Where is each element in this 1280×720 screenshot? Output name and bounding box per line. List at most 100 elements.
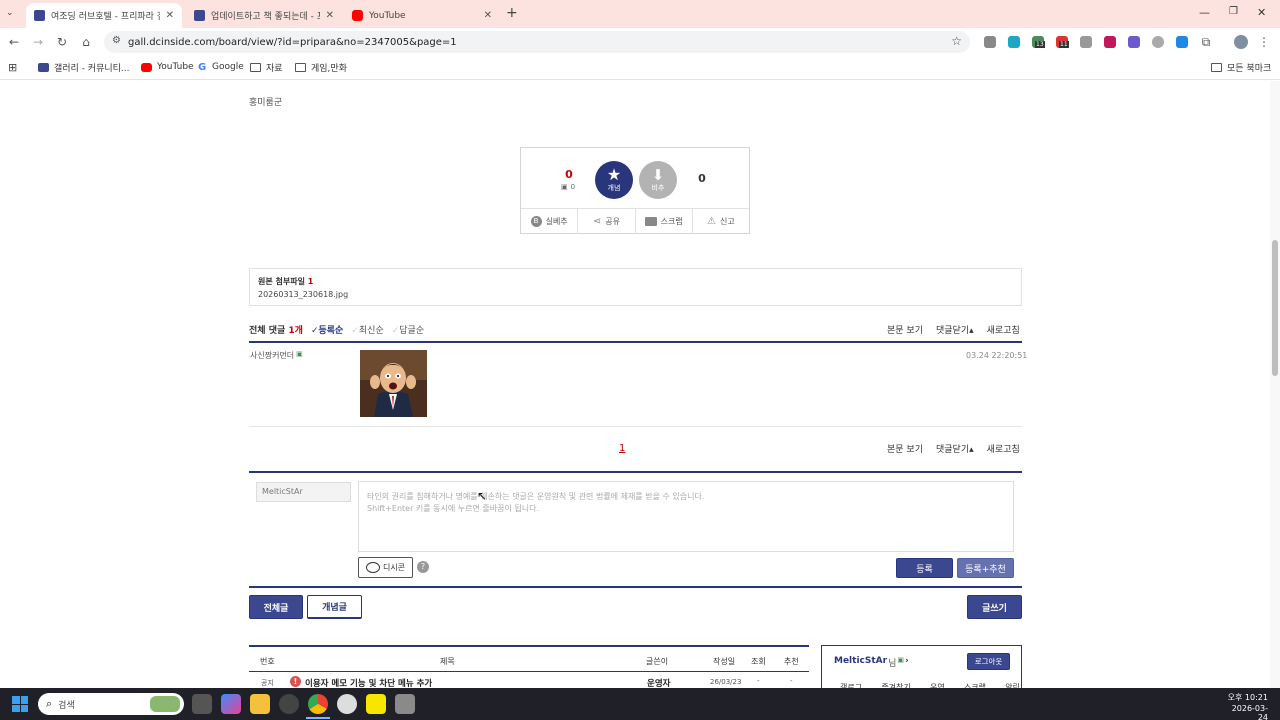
concept-posts-button[interactable]: 개념글	[307, 595, 362, 619]
bookmark-label: 모든 북마크	[1227, 63, 1272, 74]
download-icon[interactable]	[1176, 36, 1188, 48]
comment-nick: 사신짱커먼더	[250, 351, 295, 360]
address-bar[interactable]: ⚙ gall.dcinside.com/board/view/?id=pripa…	[104, 31, 970, 53]
check-icon: ✓	[351, 326, 359, 336]
tab-update[interactable]: 업데이트하고 책 좋되는데 - 프 ✕	[186, 3, 342, 28]
extension-icon[interactable]	[1008, 36, 1020, 48]
extension-icon[interactable]: 11	[1056, 36, 1069, 48]
bookmark-label: 갤러리 - 커뮤니티...	[54, 63, 130, 74]
minimize-icon[interactable]: —	[1199, 6, 1210, 19]
back-icon[interactable]: ←	[6, 34, 22, 50]
menu-kebab-icon[interactable]: ⋮	[1256, 34, 1272, 50]
tab-pripara-gallery[interactable]: 여조딩 러브호텔 - 프리파라 갤 ✕	[26, 3, 182, 28]
close-tab-icon[interactable]: ✕	[166, 10, 174, 21]
new-tab-button[interactable]: +	[506, 5, 518, 21]
close-tab-icon[interactable]: ✕	[484, 10, 492, 21]
copilot-icon[interactable]	[221, 694, 241, 714]
sort-replies[interactable]: ✓답글순	[392, 323, 424, 336]
extension-icon[interactable]: 13	[1032, 36, 1045, 48]
forward-icon[interactable]: →	[30, 34, 46, 50]
reload-icon[interactable]: ↻	[54, 34, 70, 50]
profile-avatar[interactable]	[1234, 35, 1248, 49]
tab-search-chevron-icon[interactable]: ⌄	[6, 8, 14, 18]
refresh-comments-button[interactable]: 새로고침	[987, 323, 1020, 336]
url-text: gall.dcinside.com/board/view/?id=pripara…	[128, 36, 457, 48]
write-post-button[interactable]: 글쓰기	[967, 595, 1022, 619]
share-icon: ⋖	[592, 216, 602, 227]
comment-form-divider	[249, 471, 1022, 473]
extension-icon[interactable]	[1080, 36, 1092, 48]
taskbar-search[interactable]: ⌕ 검색	[38, 693, 184, 715]
caret-up-icon: ▴	[969, 445, 974, 455]
col-header-title: 제목	[440, 657, 455, 666]
comment-image[interactable]	[360, 350, 427, 417]
bookmark-youtube[interactable]: YouTube	[141, 60, 194, 74]
translate-extension-icon[interactable]	[984, 36, 996, 48]
bookmark-star-icon[interactable]: ☆	[951, 34, 962, 48]
fold-comments-button[interactable]: 댓글닫기▴	[936, 323, 974, 336]
kakaotalk-icon[interactable]	[366, 694, 386, 714]
apps-grid-icon[interactable]: ⊞	[8, 61, 17, 74]
comment-author[interactable]: 사신짱커먼더 ▣	[250, 350, 303, 361]
attachment-count: 1	[307, 277, 314, 286]
attachment-file-link[interactable]: 20260313_230618.jpg	[258, 290, 1013, 299]
app-icon[interactable]	[337, 694, 357, 714]
scrap-button[interactable]: 스크랩	[636, 209, 693, 234]
list-top-line	[249, 645, 809, 647]
chrome-taskbar-icon[interactable]	[308, 694, 328, 714]
notice-alert-icon: !	[290, 676, 301, 687]
view-post-button[interactable]: 본문 보기	[887, 442, 923, 455]
silbe-report-button[interactable]: B 실베추	[521, 209, 579, 234]
extensions-puzzle-icon[interactable]: ⧉	[1198, 34, 1214, 50]
comment-page-1[interactable]: 1	[619, 443, 625, 454]
attachment-box: 원본 첨부파일 1 20260313_230618.jpg	[249, 268, 1022, 306]
col-header-number: 번호	[260, 657, 275, 666]
clock-date[interactable]: 2026-03-24	[1222, 704, 1268, 720]
submit-comment-button[interactable]: 등록	[896, 558, 953, 578]
extension-icon[interactable]	[1152, 36, 1164, 48]
all-bookmarks[interactable]: 모든 북마크	[1211, 60, 1271, 74]
page-scrollbar[interactable]	[1270, 81, 1280, 688]
fold-label: 댓글닫기	[935, 326, 970, 336]
sort-latest[interactable]: ✓최신순	[351, 323, 383, 336]
recommend-button[interactable]: ★ 개념	[595, 161, 633, 199]
comment-timestamp: 03.24 22:20:51	[966, 351, 1028, 360]
share-button[interactable]: ⋖ 공유	[578, 209, 636, 234]
windows-start-icon[interactable]	[12, 696, 28, 712]
bookmark-folder-data[interactable]: 자료	[250, 60, 283, 74]
tab-youtube[interactable]: YouTube ✕	[344, 3, 500, 28]
fold-comments-button[interactable]: 댓글닫기▴	[936, 442, 974, 455]
file-explorer-icon[interactable]	[250, 694, 270, 714]
task-view-icon[interactable]	[192, 694, 212, 714]
steam-icon[interactable]	[279, 694, 299, 714]
comment-nickname-field[interactable]: MelticStAr	[256, 482, 351, 502]
dislike-button[interactable]: ⬇ 비추	[639, 161, 677, 199]
extension-icon[interactable]	[1128, 36, 1140, 48]
view-post-button[interactable]: 본문 보기	[887, 323, 923, 336]
close-window-icon[interactable]: ✕	[1257, 6, 1266, 19]
report-button[interactable]: ⚠ 신고	[693, 209, 749, 234]
clock-time[interactable]: 오후 10:21	[1226, 692, 1268, 703]
site-info-icon[interactable]: ⚙	[112, 35, 121, 46]
bookmark-google[interactable]: G Google	[198, 60, 244, 74]
submit-recommend-button[interactable]: 등록+추천	[957, 558, 1014, 578]
close-tab-icon[interactable]: ✕	[326, 10, 334, 21]
scrollbar-thumb[interactable]	[1272, 240, 1278, 376]
home-icon[interactable]: ⌂	[78, 34, 94, 50]
sort-registered[interactable]: ✓등록순	[311, 323, 343, 336]
bookmark-gallery[interactable]: 갤러리 - 커뮤니티...	[38, 60, 130, 74]
restore-icon[interactable]: ❐	[1229, 6, 1238, 17]
help-icon[interactable]: ?	[417, 561, 429, 573]
logout-button[interactable]: 로그아웃	[967, 653, 1010, 670]
comment-textarea[interactable]: 타인의 권리를 침해하거나 명예를 훼손하는 댓글은 운영원칙 및 관련 법률에…	[358, 481, 1014, 552]
app-icon[interactable]	[395, 694, 415, 714]
all-posts-button[interactable]: 전체글	[249, 595, 303, 619]
tab-title: 업데이트하고 책 좋되는데 - 프	[211, 12, 320, 22]
bookmark-folder-games[interactable]: 게임,만화	[295, 60, 347, 74]
dccon-button[interactable]: 디시콘	[358, 557, 413, 578]
col-header-writer: 글쓴이	[646, 657, 669, 666]
refresh-comments-button[interactable]: 새로고침	[987, 442, 1020, 455]
bookmark-label: Google	[212, 62, 244, 72]
user-gallog-link[interactable]: MelticStAr 님 ▣ ›	[834, 656, 909, 669]
extension-icon[interactable]	[1104, 36, 1116, 48]
